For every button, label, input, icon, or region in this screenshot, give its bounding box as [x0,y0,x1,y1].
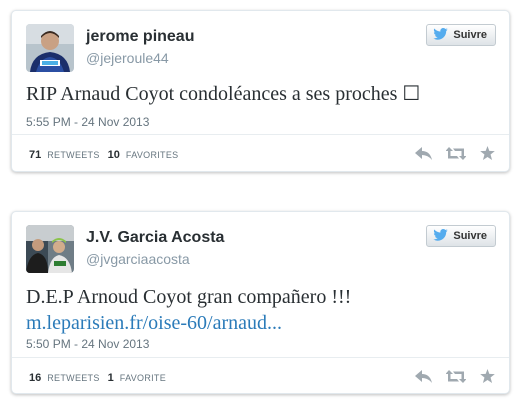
retweets-label[interactable]: RETWEETS [47,150,99,160]
twitter-bird-icon [433,27,449,43]
display-name[interactable]: J.V. Garcia Acosta [86,229,224,247]
follow-label: Suivre [453,29,487,41]
screen-name[interactable]: @jvgarciaacosta [86,251,190,267]
reply-icon[interactable] [415,369,432,388]
timestamp[interactable]: 5:50 PM - 24 Nov 2013 [26,337,149,351]
tweet-body: RIP Arnaud Coyot condoléances a ses proc… [26,83,421,105]
avatar[interactable] [26,225,74,273]
favorites-count[interactable]: 1 [108,372,114,384]
tweet-body: D.E.P Arnoud Coyot gran compañero !!! [26,286,352,308]
retweets-count[interactable]: 71 [29,149,41,161]
display-name[interactable]: jerome pineau [86,28,194,46]
follow-button[interactable]: Suivre [426,225,496,247]
retweet-icon[interactable] [445,369,467,388]
favorite-star-icon[interactable] [480,369,495,388]
tweet-stats: 16 RETWEETS 1 FAVORITE [29,372,168,384]
favorites-label[interactable]: FAVORITE [120,373,166,383]
tweet-stats: 71 RETWEETS 10 FAVORITES [29,149,180,161]
tweet-link[interactable]: m.leparisien.fr/oise-60/arnaud... [26,310,351,336]
tweet-actions [415,146,495,165]
follow-label: Suivre [453,230,487,242]
avatar[interactable] [26,24,74,72]
divider [12,134,509,135]
timestamp[interactable]: 5:55 PM - 24 Nov 2013 [26,115,149,129]
retweets-count[interactable]: 16 [29,372,41,384]
divider [12,357,509,358]
screen-name[interactable]: @jejeroule44 [86,50,169,66]
tweet-card: J.V. Garcia Acosta @jvgarciaacosta Suivr… [11,211,510,394]
retweets-label[interactable]: RETWEETS [47,373,99,383]
tweet-text: RIP Arnaud Coyot condoléances a ses proc… [26,81,420,107]
tweet-actions [415,369,495,388]
tweet-text: D.E.P Arnoud Coyot gran compañero !!! m.… [26,284,351,336]
twitter-bird-icon [433,228,449,244]
favorites-count[interactable]: 10 [108,149,120,161]
favorite-star-icon[interactable] [480,146,495,165]
retweet-icon[interactable] [445,146,467,165]
reply-icon[interactable] [415,146,432,165]
tweet-card: jerome pineau @jejeroule44 Suivre RIP Ar… [11,10,510,172]
follow-button[interactable]: Suivre [426,24,496,46]
favorites-label[interactable]: FAVORITES [126,150,179,160]
